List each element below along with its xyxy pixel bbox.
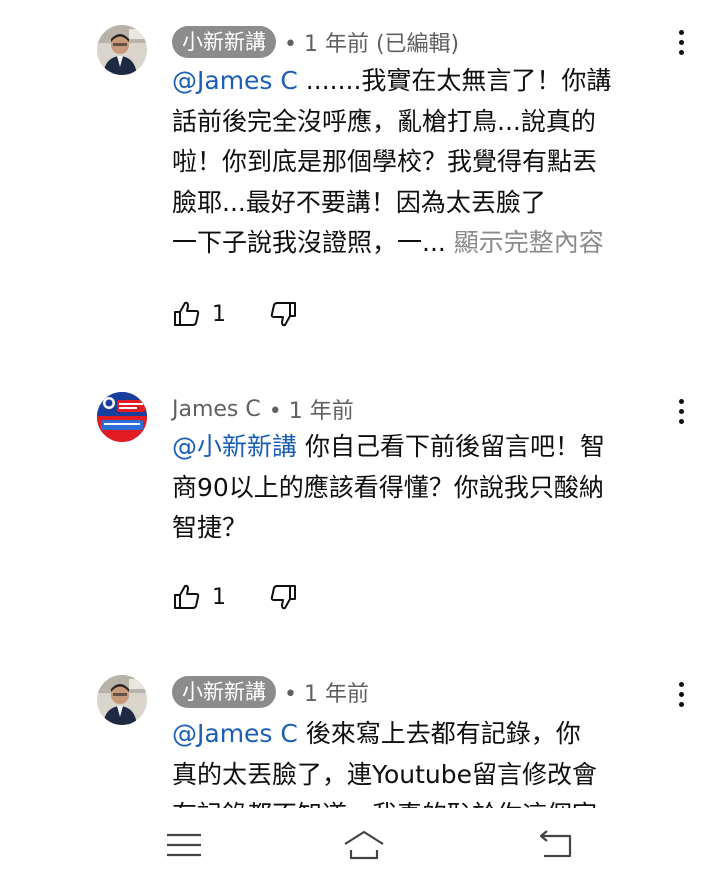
comment-header: 小新新講 • 1 年前 — [172, 675, 369, 709]
mention-link[interactable]: @James C — [172, 719, 298, 748]
menu-icon[interactable] — [162, 828, 206, 862]
comment-line: @小新新講 你自己看下前後留言吧！智 — [172, 432, 605, 461]
comment-line: @James C 後來寫上去都有記錄，你 — [172, 719, 581, 748]
comment-header: 小新新講 • 1 年前 (已編輯) — [172, 25, 459, 59]
comment-text: @小新新講 你自己看下前後留言吧！智 商90以上的應該看得懂？你說我只酸納 智捷… — [172, 427, 672, 549]
comment-list: 小新新講 • 1 年前 (已編輯) @James C .......我實在太無言… — [0, 0, 720, 808]
comment-line: 啦！你到底是那個學校？我覺得有點丟 — [172, 147, 598, 176]
comment-line: @James C .......我實在太無言了！你講 — [172, 66, 612, 95]
more-vertical-icon[interactable] — [666, 677, 696, 711]
like-count: 1 — [212, 584, 226, 610]
show-more-link[interactable]: 顯示完整內容 — [454, 228, 604, 257]
system-navigation-bar — [0, 808, 720, 872]
thumb-up-icon[interactable] — [172, 299, 202, 329]
comment-actions: 1 — [172, 580, 298, 614]
thumb-up-icon[interactable] — [172, 582, 202, 612]
comment-line: 話前後完全沒呼應，亂槍打鳥...說真的 — [172, 106, 596, 136]
comment-line: 臉耶...最好不要講！因為太丟臉了 — [172, 187, 546, 217]
comment-line: 一下子說我沒證照，一... 顯示完整內容 — [172, 228, 604, 257]
mention-link[interactable]: @小新新講 — [172, 432, 297, 461]
more-vertical-icon[interactable] — [666, 394, 696, 428]
comment-text: @James C 後來寫上去都有記錄，你 真的太丟臉了，連Youtube留言修改… — [172, 714, 672, 808]
author-name[interactable]: 小新新講 — [172, 676, 276, 708]
author-name[interactable]: 小新新講 — [172, 26, 276, 58]
comment-timestamp: • 1 年前 (已編輯) — [284, 32, 460, 57]
thumb-down-icon[interactable] — [268, 299, 298, 329]
author-name[interactable]: James C — [172, 397, 261, 422]
comment-line: 有記錄都不知道，我真的恥於你這個官 — [172, 795, 672, 808]
avatar[interactable] — [97, 675, 147, 725]
comment-header: James C • 1 年前 — [172, 392, 354, 426]
avatar[interactable] — [97, 25, 147, 75]
comment-line: 智捷？ — [172, 513, 248, 542]
avatar[interactable] — [97, 392, 147, 442]
comment-line: 真的太丟臉了，連Youtube留言修改會 — [172, 759, 597, 789]
home-icon[interactable] — [342, 828, 386, 862]
like-count: 1 — [212, 301, 226, 327]
comment-text: @James C .......我實在太無言了！你講 話前後完全沒呼應，亂槍打鳥… — [172, 61, 672, 264]
comment-timestamp: • 1 年前 — [284, 682, 369, 707]
thumb-down-icon[interactable] — [268, 582, 298, 612]
comment-timestamp: • 1 年前 — [268, 399, 354, 424]
more-vertical-icon[interactable] — [666, 25, 696, 59]
mention-link[interactable]: @James C — [172, 66, 298, 95]
comment-line: 商90以上的應該看得懂？你說我只酸納 — [172, 472, 604, 502]
comment-actions: 1 — [172, 297, 298, 331]
back-icon[interactable] — [536, 828, 580, 862]
